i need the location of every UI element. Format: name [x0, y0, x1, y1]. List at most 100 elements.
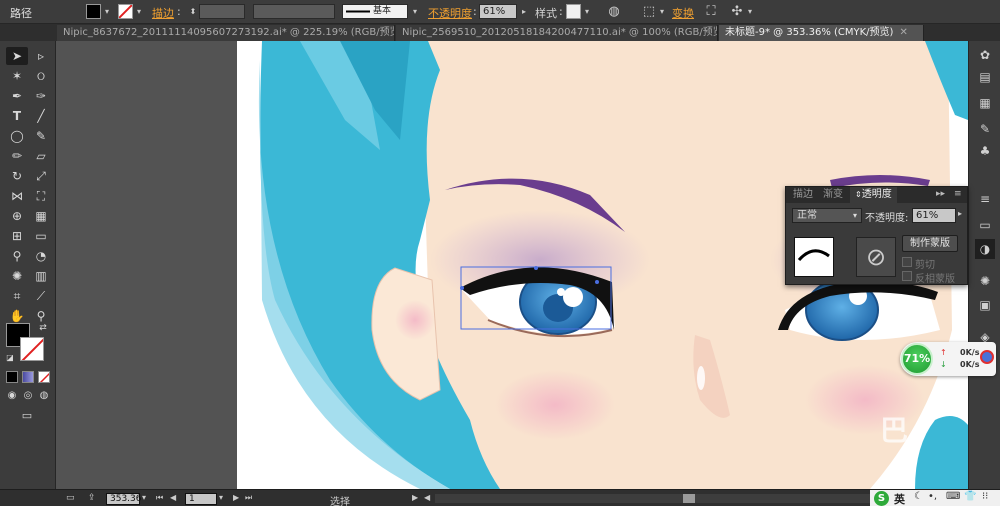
graphic-styles-icon[interactable]: ▣ [975, 295, 995, 315]
perspective-grid-tool-icon[interactable]: ▦ [30, 207, 52, 225]
blend-tool-icon[interactable]: ◔ [30, 247, 52, 265]
shape-builder-tool-icon[interactable]: ⊕ [6, 207, 28, 225]
accelerator-icon[interactable] [980, 350, 994, 364]
draw-inside-icon[interactable]: ◍ [36, 387, 52, 405]
pen-tool-icon[interactable]: ✒ [6, 87, 28, 105]
prev-artboard-icon[interactable]: ◀ [170, 493, 176, 502]
close-icon[interactable]: ✕ [899, 27, 907, 38]
mesh-tool-icon[interactable]: ⊞ [6, 227, 28, 245]
share-icon[interactable]: ⇪ [88, 493, 96, 503]
panel-menu-icon[interactable]: ≡ [954, 189, 962, 199]
zoom-dropdown-arrow[interactable]: ▾ [142, 493, 146, 502]
free-transform-tool-icon[interactable]: ⛶ [30, 187, 52, 205]
selection-tool-icon[interactable]: ➤ [6, 47, 28, 65]
transparency-panel-icon[interactable]: ◑ [975, 239, 995, 259]
recolor-artwork-icon[interactable]: ◍ [605, 3, 623, 21]
swap-fill-stroke-icon[interactable]: ⇄ [36, 319, 50, 337]
eyedropper-tool-icon[interactable]: ⚲ [6, 247, 28, 265]
gradient-mode-icon[interactable] [22, 371, 34, 383]
screen-mode-icon[interactable]: ▭ [16, 407, 38, 425]
width-tool-icon[interactable]: ⋈ [6, 187, 28, 205]
color-guide-icon[interactable]: ▤ [975, 67, 995, 87]
fill-color-swatch[interactable] [86, 4, 101, 19]
artboard-number-field[interactable]: 1 [185, 493, 217, 505]
scrollbar-thumb[interactable] [683, 494, 695, 503]
tab-stroke[interactable]: 描边 [788, 187, 818, 203]
direct-selection-tool-icon[interactable]: ▹ [30, 47, 52, 65]
moon-icon[interactable]: ☾ [914, 491, 923, 502]
color-panel-icon[interactable]: ✿ [975, 45, 995, 65]
type-tool-icon[interactable]: T [6, 107, 28, 125]
network-monitor-widget[interactable]: 71% ↑ 0K/s ↓ 0K/s [900, 342, 996, 376]
toolbox-icon[interactable]: ⁝⁝ [982, 491, 988, 502]
ime-language[interactable]: 英 [894, 491, 905, 506]
paintbrush-tool-icon[interactable]: ✎ [30, 127, 52, 145]
color-mode-icon[interactable] [6, 371, 18, 383]
panel-opacity-field[interactable]: 61% [912, 208, 956, 223]
symbol-sprayer-tool-icon[interactable]: ✺ [6, 267, 28, 285]
opacity-slider-arrow[interactable]: ▸ [958, 209, 962, 218]
stroke-color-swatch[interactable] [118, 4, 133, 19]
stroke-color-box[interactable] [20, 337, 44, 361]
artboard-tool-icon[interactable]: ⌗ [6, 287, 28, 305]
lasso-tool-icon[interactable]: ଠ [30, 67, 52, 85]
skin-icon[interactable]: 👕 [964, 491, 976, 502]
first-artboard-icon[interactable]: ⏮ [156, 493, 163, 503]
magic-wand-tool-icon[interactable]: ✶ [6, 67, 28, 85]
make-mask-button[interactable]: 制作蒙版 [902, 235, 958, 252]
invert-mask-checkbox[interactable] [902, 271, 912, 281]
slice-tool-icon[interactable]: ⟋ [30, 287, 52, 305]
blend-mode-select[interactable]: 正常 ▾ [792, 208, 862, 223]
document-tab-2[interactable]: Nipic_2569510_20120518184200477110.ai* @… [396, 25, 718, 41]
style-dropdown-arrow[interactable]: ▾ [582, 4, 592, 19]
draw-behind-icon[interactable]: ◎ [20, 387, 36, 405]
gradient-panel-icon[interactable]: ▭ [975, 215, 995, 235]
draw-normal-icon[interactable]: ◉ [4, 387, 20, 405]
ellipse-tool-icon[interactable]: ◯ [6, 127, 28, 145]
pencil-tool-icon[interactable]: ✏ [6, 147, 28, 165]
curvature-tool-icon[interactable]: ✑ [30, 87, 52, 105]
artboard-dropdown-arrow[interactable]: ▾ [219, 493, 223, 502]
scale-tool-icon[interactable]: ⤢ [30, 167, 52, 185]
default-colors-icon[interactable]: ◪ [4, 349, 16, 367]
graphic-style-swatch[interactable] [566, 4, 581, 19]
isolate-selection-icon[interactable]: ⛶ [702, 3, 720, 21]
last-artboard-icon[interactable]: ⏭ [245, 493, 252, 503]
horizontal-scrollbar[interactable] [435, 494, 935, 503]
opacity-panel-link[interactable]: 不透明度 [428, 5, 472, 21]
stroke-weight-field[interactable] [199, 4, 245, 19]
clip-checkbox[interactable] [902, 257, 912, 267]
punctuation-icon[interactable]: •, [928, 491, 937, 502]
rotate-tool-icon[interactable]: ↻ [6, 167, 28, 185]
column-graph-tool-icon[interactable]: ▥ [30, 267, 52, 285]
brush-dropdown-arrow[interactable]: ▾ [410, 4, 420, 19]
align-dropdown-arrow[interactable]: ▾ [657, 4, 667, 19]
tab-transparency[interactable]: ⇕透明度 [850, 187, 897, 203]
transform-panel-link[interactable]: 变换 [672, 5, 694, 21]
zoom-level-field[interactable]: 353.36 [106, 493, 142, 505]
line-segment-tool-icon[interactable]: ╱ [30, 107, 52, 125]
swatches-panel-icon[interactable]: ▦ [975, 93, 995, 113]
opacity-dropdown-arrow[interactable]: ▸ [519, 4, 529, 19]
gradient-tool-icon[interactable]: ▭ [30, 227, 52, 245]
arrange-options-icon[interactable]: ✣ [728, 3, 746, 21]
ime-toolbar[interactable]: S 英 ☾ •, ⌨ 👕 ⁝⁝ [870, 490, 1000, 506]
stroke-panel-link[interactable]: 描边 [152, 5, 174, 21]
scroll-left-arrow[interactable]: ◀ [424, 493, 430, 502]
collapse-icon[interactable]: ▸▸ [936, 189, 945, 199]
align-selection-icon[interactable]: ⬚ [640, 3, 658, 21]
document-tab-3-active[interactable]: 未标题-9* @ 353.36% (CMYK/预览) ✕ [719, 25, 924, 41]
eraser-tool-icon[interactable]: ▱ [30, 147, 52, 165]
stroke-dropdown-arrow[interactable]: ▾ [134, 4, 144, 19]
fill-dropdown-arrow[interactable]: ▾ [102, 4, 112, 19]
tab-gradient[interactable]: 渐变 [818, 187, 848, 203]
variable-width-profile[interactable] [253, 4, 335, 19]
document-tab-1[interactable]: Nipic_8637672_20111114095607273192.ai* @… [57, 25, 395, 41]
brush-definition-select[interactable]: 基本 [342, 4, 408, 19]
status-menu-arrow[interactable]: ▶ [412, 493, 418, 502]
next-artboard-icon[interactable]: ▶ [233, 493, 239, 502]
brushes-panel-icon[interactable]: ✎ [975, 119, 995, 139]
opacity-field[interactable]: 61% [479, 4, 517, 19]
symbols-panel-icon[interactable]: ♣ [975, 141, 995, 161]
stroke-panel-icon[interactable]: ≡ [975, 189, 995, 209]
